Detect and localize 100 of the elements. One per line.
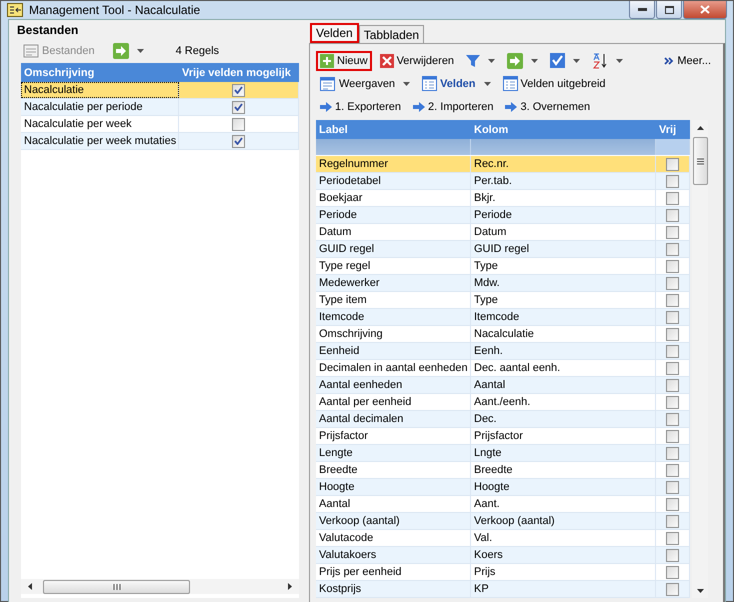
column-header[interactable]: Omschrijving xyxy=(21,66,179,78)
checkbox[interactable] xyxy=(666,430,679,442)
window-title: Management Tool - Nacalculatie xyxy=(29,3,200,17)
table-row[interactable]: Decimalen in aantal eenheden Dec. aantal eenh. xyxy=(316,360,690,377)
minimize-button[interactable] xyxy=(629,1,655,19)
checkbox[interactable] xyxy=(666,464,679,476)
table-cell: Eenh. xyxy=(471,343,656,359)
checkbox[interactable] xyxy=(666,276,679,290)
table-cell: Rec.nr. xyxy=(471,156,656,172)
toolbar-button[interactable]: 3. Overnemen xyxy=(501,98,594,114)
checkbox[interactable] xyxy=(232,118,245,130)
checkbox[interactable] xyxy=(666,242,679,256)
delete-icon xyxy=(380,54,394,68)
table-row[interactable]: Nacalculatie xyxy=(21,82,299,99)
checkbox[interactable] xyxy=(666,158,679,170)
toolbar-button[interactable]: Nieuw xyxy=(316,50,372,70)
checkbox[interactable] xyxy=(666,362,679,374)
table-row[interactable]: Nacalculatie per periode xyxy=(21,99,299,116)
checkbox[interactable] xyxy=(232,84,245,96)
table-row[interactable]: Eenheid Eenh. xyxy=(316,343,690,360)
table-row[interactable]: Type item Type xyxy=(316,292,690,309)
arrow-right-icon xyxy=(112,43,129,59)
table-row[interactable]: Datum Datum xyxy=(316,224,690,241)
checkbox[interactable] xyxy=(666,532,679,544)
checkbox[interactable] xyxy=(666,344,679,358)
checkbox[interactable] xyxy=(666,328,679,340)
table-row[interactable]: GUID regel GUID regel xyxy=(316,241,690,258)
close-button[interactable] xyxy=(683,1,727,19)
checkbox[interactable] xyxy=(232,134,245,148)
arrow-right-icon xyxy=(507,52,524,68)
table-row[interactable]: Aantal decimalen Dec. xyxy=(316,411,690,428)
toolbar-button[interactable]: Meer... xyxy=(660,52,715,68)
table-cell: Hoogte xyxy=(471,479,656,495)
caret-icon xyxy=(484,82,491,86)
table-row[interactable]: Aantal Aant. xyxy=(316,496,690,513)
table-row[interactable]: Itemcode Itemcode xyxy=(316,309,690,326)
table-row[interactable]: Lengte Lngte xyxy=(316,445,690,462)
table-row[interactable]: Periodetabel Per.tab. xyxy=(316,173,690,190)
checkbox[interactable] xyxy=(666,174,679,188)
scroll-thumb[interactable] xyxy=(692,137,708,185)
table-row[interactable]: Medewerker Mdw. xyxy=(316,275,690,292)
checkbox[interactable] xyxy=(232,100,245,114)
checkbox[interactable] xyxy=(666,446,679,460)
table-row[interactable]: Valutakoers Koers xyxy=(316,547,690,564)
table-row[interactable]: Periode Periode xyxy=(316,207,690,224)
checkbox[interactable] xyxy=(666,310,679,324)
list-view-icon xyxy=(320,76,336,92)
checkbox[interactable] xyxy=(666,396,679,408)
tab[interactable]: Tabbladen xyxy=(358,25,424,43)
toolbar-button[interactable]: 1. Exporteren xyxy=(316,98,406,114)
toolbar-button[interactable]: 2. Importeren xyxy=(409,98,498,114)
checkbox[interactable] xyxy=(666,226,679,238)
caret-icon xyxy=(488,58,496,62)
checkbox[interactable] xyxy=(666,480,679,494)
table-row[interactable]: Verkoop (aantal) Verkoop (aantal) xyxy=(316,513,690,530)
checkbox[interactable] xyxy=(666,582,679,596)
table-cell: Val. xyxy=(471,530,656,546)
caret-icon xyxy=(573,58,580,62)
checkbox[interactable] xyxy=(666,294,679,306)
column-header[interactable]: Vrij xyxy=(656,124,690,136)
table-row[interactable]: Kostprijs KP xyxy=(316,581,690,598)
toolbar-button[interactable]: Verwijderen xyxy=(376,52,458,70)
toolbar-button[interactable]: Weergaven xyxy=(316,74,414,94)
checkbox[interactable] xyxy=(666,566,679,578)
scroll-thumb[interactable] xyxy=(43,580,190,594)
table-row[interactable]: Nacalculatie per week xyxy=(21,116,299,133)
checkbox[interactable] xyxy=(666,514,679,528)
table-row[interactable]: Nacalculatie per week mutaties xyxy=(21,133,299,150)
maximize-button[interactable] xyxy=(656,1,682,19)
table-row[interactable]: Hoogte Hoogte xyxy=(316,479,690,496)
table-cell: Mdw. xyxy=(471,275,656,291)
table-row[interactable]: Prijsfactor Prijsfactor xyxy=(316,428,690,445)
tab[interactable]: Velden xyxy=(310,23,359,43)
checkbox[interactable] xyxy=(666,548,679,562)
table-row[interactable]: Breedte Breedte xyxy=(316,462,690,479)
table-row[interactable]: Aantal per eenheid Aant./eenh. xyxy=(316,394,690,411)
table-cell: Datum xyxy=(316,224,471,240)
checkbox[interactable] xyxy=(666,260,679,272)
column-header[interactable]: Kolom xyxy=(471,124,656,136)
plus-icon xyxy=(320,54,334,68)
table-row[interactable]: Boekjaar Bkjr. xyxy=(316,190,690,207)
toolbar-button[interactable]: Velden xyxy=(418,74,495,93)
checkbox[interactable] xyxy=(666,498,679,510)
column-header[interactable]: Vrije velden mogelijk xyxy=(179,66,299,78)
table-row[interactable]: Aantal eenheden Aantal xyxy=(316,377,690,394)
toolbar-button[interactable]: Velden uitgebreid xyxy=(498,74,610,93)
table-row[interactable]: Regelnummer Rec.nr. xyxy=(316,156,690,173)
table-row[interactable]: Type regel Type xyxy=(316,258,690,275)
table-cell: Itemcode xyxy=(471,309,656,325)
table-cell: Type xyxy=(471,258,656,274)
checkbox[interactable] xyxy=(666,208,679,222)
checkbox[interactable] xyxy=(666,192,679,204)
checkbox[interactable] xyxy=(666,378,679,392)
column-header[interactable]: Label xyxy=(316,124,471,136)
checkbox[interactable] xyxy=(666,412,679,426)
table-cell: Aant./eenh. xyxy=(471,394,656,410)
table-row[interactable]: Omschrijving Nacalculatie xyxy=(316,326,690,343)
table-cell: Aantal xyxy=(471,377,656,393)
table-row[interactable]: Prijs per eenheid Prijs xyxy=(316,564,690,581)
table-row[interactable]: Valutacode Val. xyxy=(316,530,690,547)
